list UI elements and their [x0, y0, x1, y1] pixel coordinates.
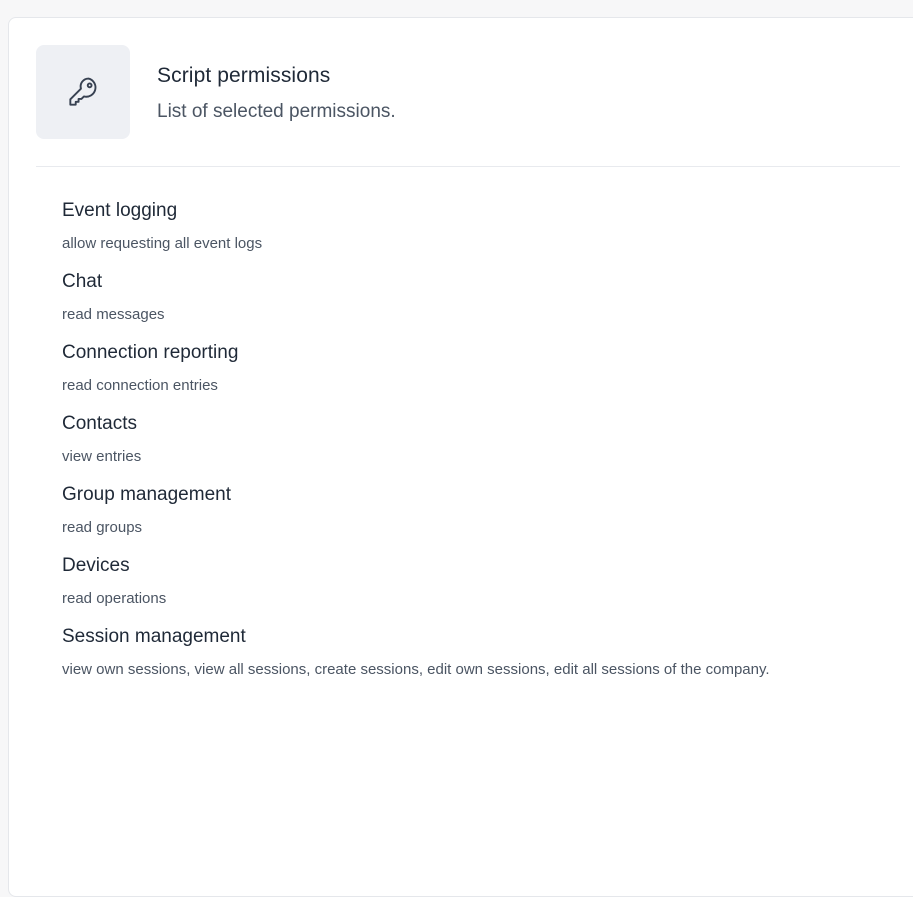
card-subtitle: List of selected permissions. [157, 101, 396, 122]
header-divider [36, 166, 900, 167]
permission-item: Contacts view entries [62, 411, 852, 468]
permission-name: Session management [62, 626, 246, 647]
permission-description: view entries [62, 448, 142, 465]
key-icon-tile [36, 45, 130, 139]
permission-name: Event logging [62, 200, 178, 221]
permission-description: read connection entries [62, 377, 218, 394]
permission-item: Devices read operations [62, 553, 852, 610]
permission-item: Connection reporting read connection ent… [62, 340, 852, 397]
permission-description: read messages [62, 306, 165, 323]
permission-item: Event logging allow requesting all event… [62, 198, 852, 255]
permission-name: Connection reporting [62, 342, 239, 363]
permission-description: read operations [62, 590, 167, 607]
permission-name: Contacts [62, 413, 137, 434]
permission-name: Chat [62, 271, 103, 292]
permission-item: Group management read groups [62, 482, 852, 539]
permission-item: Session management view own sessions, vi… [62, 624, 852, 681]
permission-name: Group management [62, 484, 231, 505]
permission-description: allow requesting all event logs [62, 235, 263, 252]
key-icon [69, 77, 97, 106]
permission-name: Devices [62, 555, 130, 576]
permission-item: Chat read messages [62, 269, 852, 326]
permissions-card: Script permissions List of selected perm… [8, 17, 913, 897]
card-title: Script permissions [157, 64, 331, 87]
card-header: Script permissions List of selected perm… [9, 18, 899, 166]
permission-list: Event logging allow requesting all event… [62, 198, 852, 695]
permission-description: view own sessions, view all sessions, cr… [62, 661, 770, 678]
permission-description: read groups [62, 519, 143, 536]
